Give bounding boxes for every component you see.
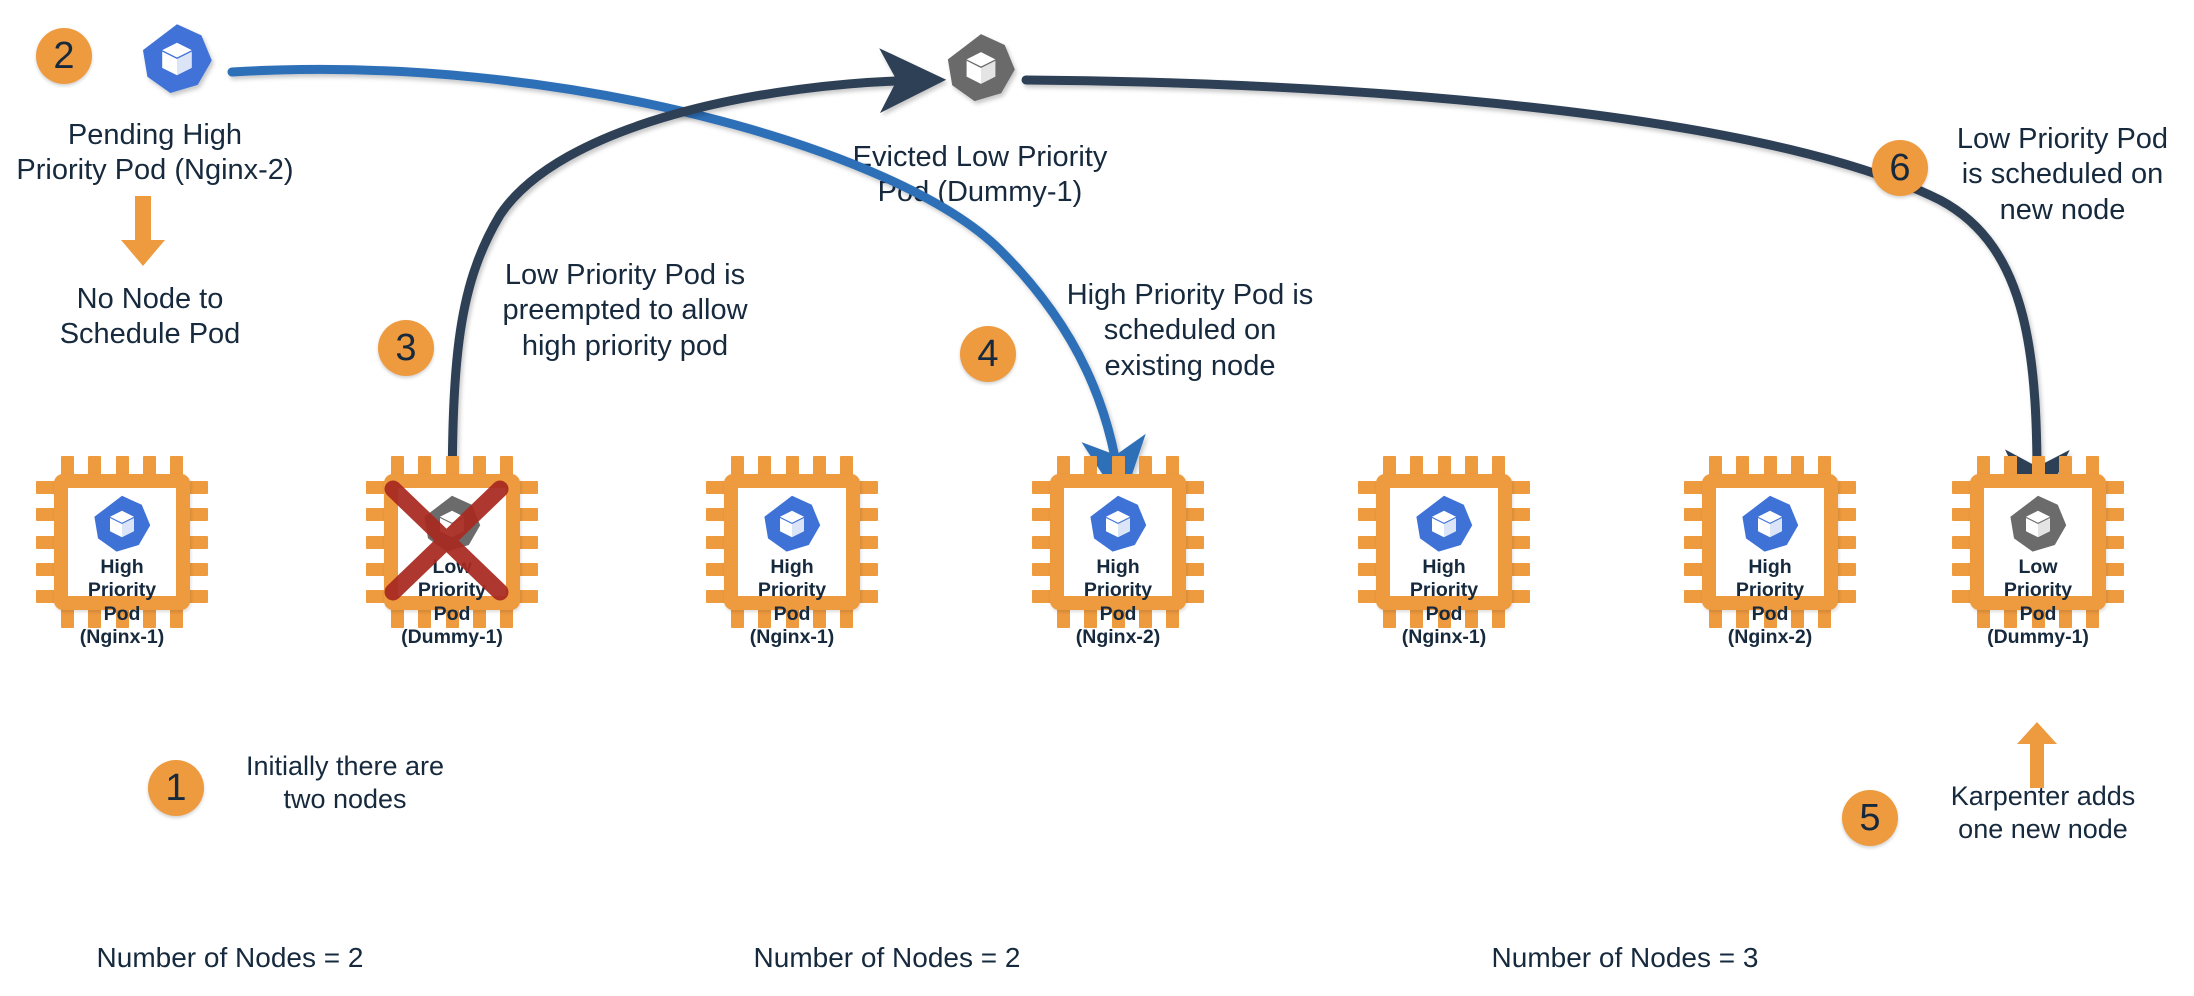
evicted-pod-icon [945, 32, 1017, 104]
brace-group-2 [696, 858, 1076, 920]
step-badge-3: 3 [378, 320, 434, 376]
brace-overlay [38, 858, 1948, 920]
step-badge-5: 5 [1842, 790, 1898, 846]
brace-group-1 [38, 858, 418, 920]
step-badge-2: 2 [36, 28, 92, 84]
step-badge-4: 4 [960, 326, 1016, 382]
brace-group-3 [1308, 858, 1948, 920]
step-badge-1: 1 [148, 760, 204, 816]
diagram-canvas: 2 Pending High Priority Pod (Nginx-2) No… [0, 0, 2194, 996]
step-badge-6: 6 [1872, 140, 1928, 196]
